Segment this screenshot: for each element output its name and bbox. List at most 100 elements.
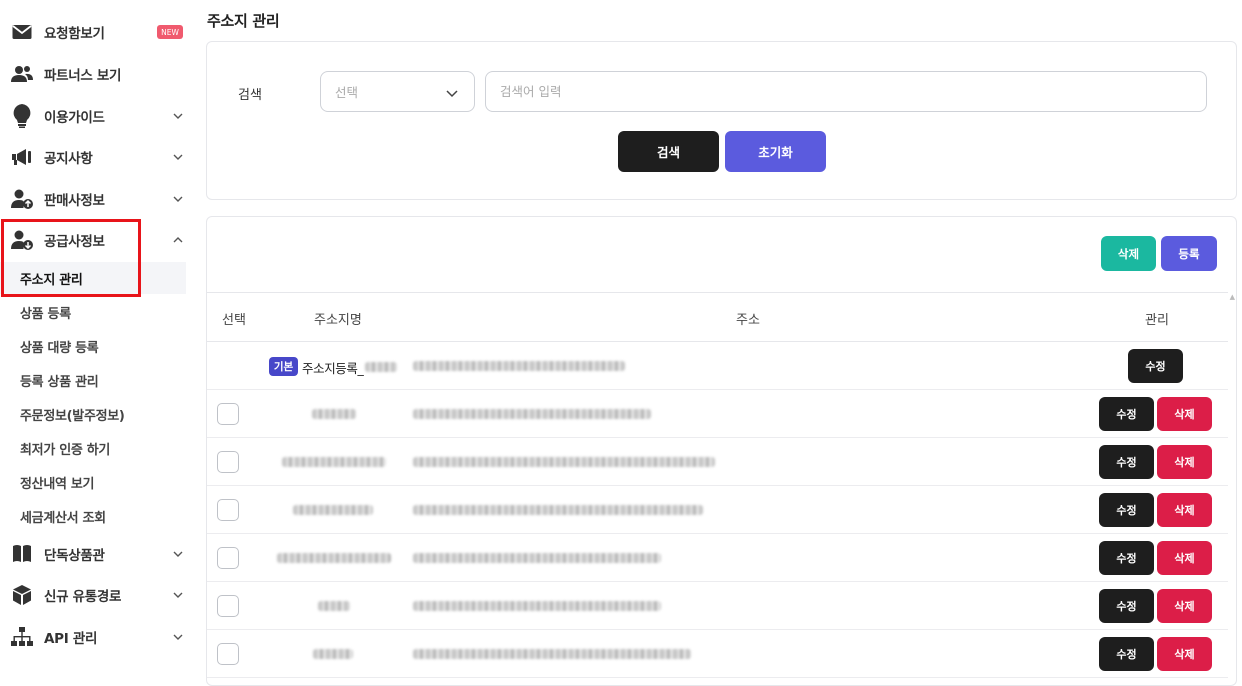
edit-button[interactable]: 수정 <box>1099 493 1154 527</box>
sidebar-item-label: API 관리 <box>44 631 98 647</box>
search-type-select[interactable]: 선택 <box>320 71 475 112</box>
sidebar-item-label: 공급사정보 <box>44 234 105 250</box>
submenu-settlement[interactable]: 정산내역 보기 <box>0 466 186 498</box>
address-name: 주소지등록_ <box>302 361 364 376</box>
sidebar-item-label: 파트너스 보기 <box>44 68 122 84</box>
table-row: 수정 삭제 <box>207 534 1228 582</box>
blurred-text <box>365 362 397 372</box>
submenu-order-info[interactable]: 주문정보(발주정보) <box>0 398 186 430</box>
edit-button[interactable]: 수정 <box>1099 589 1154 623</box>
select-value: 선택 <box>335 85 359 100</box>
submenu-lowest-price[interactable]: 최저가 인증 하기 <box>0 432 186 464</box>
sidebar-item-partners[interactable]: 파트너스 보기 <box>0 54 192 94</box>
sidebar-item-distribution[interactable]: 신규 유통경로 <box>0 575 192 615</box>
edit-button[interactable]: 수정 <box>1099 445 1154 479</box>
sidebar-item-label: 판매사정보 <box>44 193 105 209</box>
blurred-address <box>413 409 651 419</box>
lightbulb-icon <box>10 104 34 128</box>
blurred-address <box>413 649 691 659</box>
reset-button[interactable]: 초기화 <box>725 131 826 172</box>
sidebar-item-label: 공지사항 <box>44 151 93 167</box>
table-row: 수정 삭제 <box>207 630 1228 678</box>
page-title: 주소지 관리 <box>207 12 280 30</box>
blurred-name <box>282 457 386 467</box>
user-upload-icon <box>10 187 34 211</box>
row-checkbox[interactable] <box>217 451 239 473</box>
blurred-name <box>312 409 356 419</box>
sidebar-item-requests[interactable]: 요청함보기 NEW <box>0 12 192 52</box>
row-checkbox[interactable] <box>217 595 239 617</box>
edit-button[interactable]: 수정 <box>1099 397 1154 431</box>
edit-button[interactable]: 수정 <box>1099 637 1154 671</box>
chevron-down-icon <box>172 631 184 643</box>
sidebar: 요청함보기 NEW 파트너스 보기 이용가이드 공지사항 판매사정보 공급사정보 <box>0 0 192 680</box>
sidebar-item-label: 신규 유통경로 <box>44 589 122 605</box>
chevron-up-icon <box>172 234 184 246</box>
chevron-down-icon <box>172 151 184 163</box>
blurred-address <box>413 457 715 467</box>
table-row: 수정 삭제 <box>207 438 1228 486</box>
scroll-up-icon[interactable]: ▲ <box>1230 293 1235 301</box>
chevron-down-icon <box>172 548 184 560</box>
submenu-tax-invoice[interactable]: 세금계산서 조회 <box>0 500 186 532</box>
column-address: 주소 <box>736 313 760 328</box>
user-download-icon <box>10 228 34 252</box>
table-header: 선택 주소지명 주소 관리 <box>207 292 1228 342</box>
sidebar-item-api[interactable]: API 관리 <box>0 617 192 657</box>
edit-button[interactable]: 수정 <box>1128 349 1183 383</box>
cube-icon <box>10 583 34 607</box>
sidebar-item-guide[interactable]: 이용가이드 <box>0 96 192 136</box>
row-checkbox[interactable] <box>217 499 239 521</box>
submenu-bulk-register[interactable]: 상품 대량 등록 <box>0 330 186 362</box>
search-label: 검색 <box>238 88 262 103</box>
book-icon <box>10 542 34 566</box>
delete-button[interactable]: 삭제 <box>1157 589 1212 623</box>
edit-button[interactable]: 수정 <box>1099 541 1154 575</box>
column-select: 선택 <box>222 313 246 328</box>
row-checkbox[interactable] <box>217 643 239 665</box>
table-row: 수정 삭제 <box>207 582 1228 630</box>
register-button[interactable]: 등록 <box>1161 236 1217 271</box>
bulk-delete-button[interactable]: 삭제 <box>1101 236 1156 271</box>
delete-button[interactable]: 삭제 <box>1157 637 1212 671</box>
column-manage: 관리 <box>1145 313 1169 328</box>
blurred-name <box>293 505 373 515</box>
blurred-name <box>277 553 391 563</box>
chevron-down-icon <box>172 193 184 205</box>
blurred-address <box>413 601 661 611</box>
table-row-default: 기본 주소지등록_ 수정 <box>207 342 1228 390</box>
new-badge: NEW <box>157 25 183 39</box>
search-input[interactable] <box>485 71 1207 112</box>
sidebar-item-seller-info[interactable]: 판매사정보 <box>0 179 192 219</box>
megaphone-icon <box>10 145 34 169</box>
column-name: 주소지명 <box>314 313 362 328</box>
blurred-name <box>318 601 350 611</box>
row-checkbox[interactable] <box>217 403 239 425</box>
sidebar-item-notice[interactable]: 공지사항 <box>0 137 192 177</box>
sidebar-item-exclusive[interactable]: 단독상품관 <box>0 534 192 574</box>
sitemap-icon <box>10 625 34 649</box>
submenu-address-management[interactable]: 주소지 관리 <box>0 262 186 294</box>
submenu-product-register[interactable]: 상품 등록 <box>0 296 186 328</box>
chevron-down-icon <box>172 589 184 601</box>
submenu-registered-products[interactable]: 등록 상품 관리 <box>0 364 186 396</box>
sidebar-item-label: 이용가이드 <box>44 110 105 126</box>
address-list-panel: 삭제 등록 선택 주소지명 주소 관리 ▲ 기본 주소지등록_ 수정 수정 삭제… <box>206 216 1237 686</box>
delete-button[interactable]: 삭제 <box>1157 493 1212 527</box>
envelope-icon <box>10 20 34 44</box>
search-panel: 검색 선택 검색 초기화 <box>206 41 1237 200</box>
blurred-address <box>413 553 661 563</box>
delete-button[interactable]: 삭제 <box>1157 445 1212 479</box>
delete-button[interactable]: 삭제 <box>1157 397 1212 431</box>
delete-button[interactable]: 삭제 <box>1157 541 1212 575</box>
blurred-name <box>313 649 353 659</box>
users-icon <box>10 62 34 86</box>
search-button[interactable]: 검색 <box>618 131 719 172</box>
blurred-address <box>413 505 703 515</box>
sidebar-item-supplier-info[interactable]: 공급사정보 <box>0 220 192 260</box>
chevron-down-icon <box>172 110 184 122</box>
sidebar-item-label: 단독상품관 <box>44 548 105 564</box>
chevron-down-icon <box>446 86 458 101</box>
row-checkbox[interactable] <box>217 547 239 569</box>
default-badge: 기본 <box>269 357 298 376</box>
